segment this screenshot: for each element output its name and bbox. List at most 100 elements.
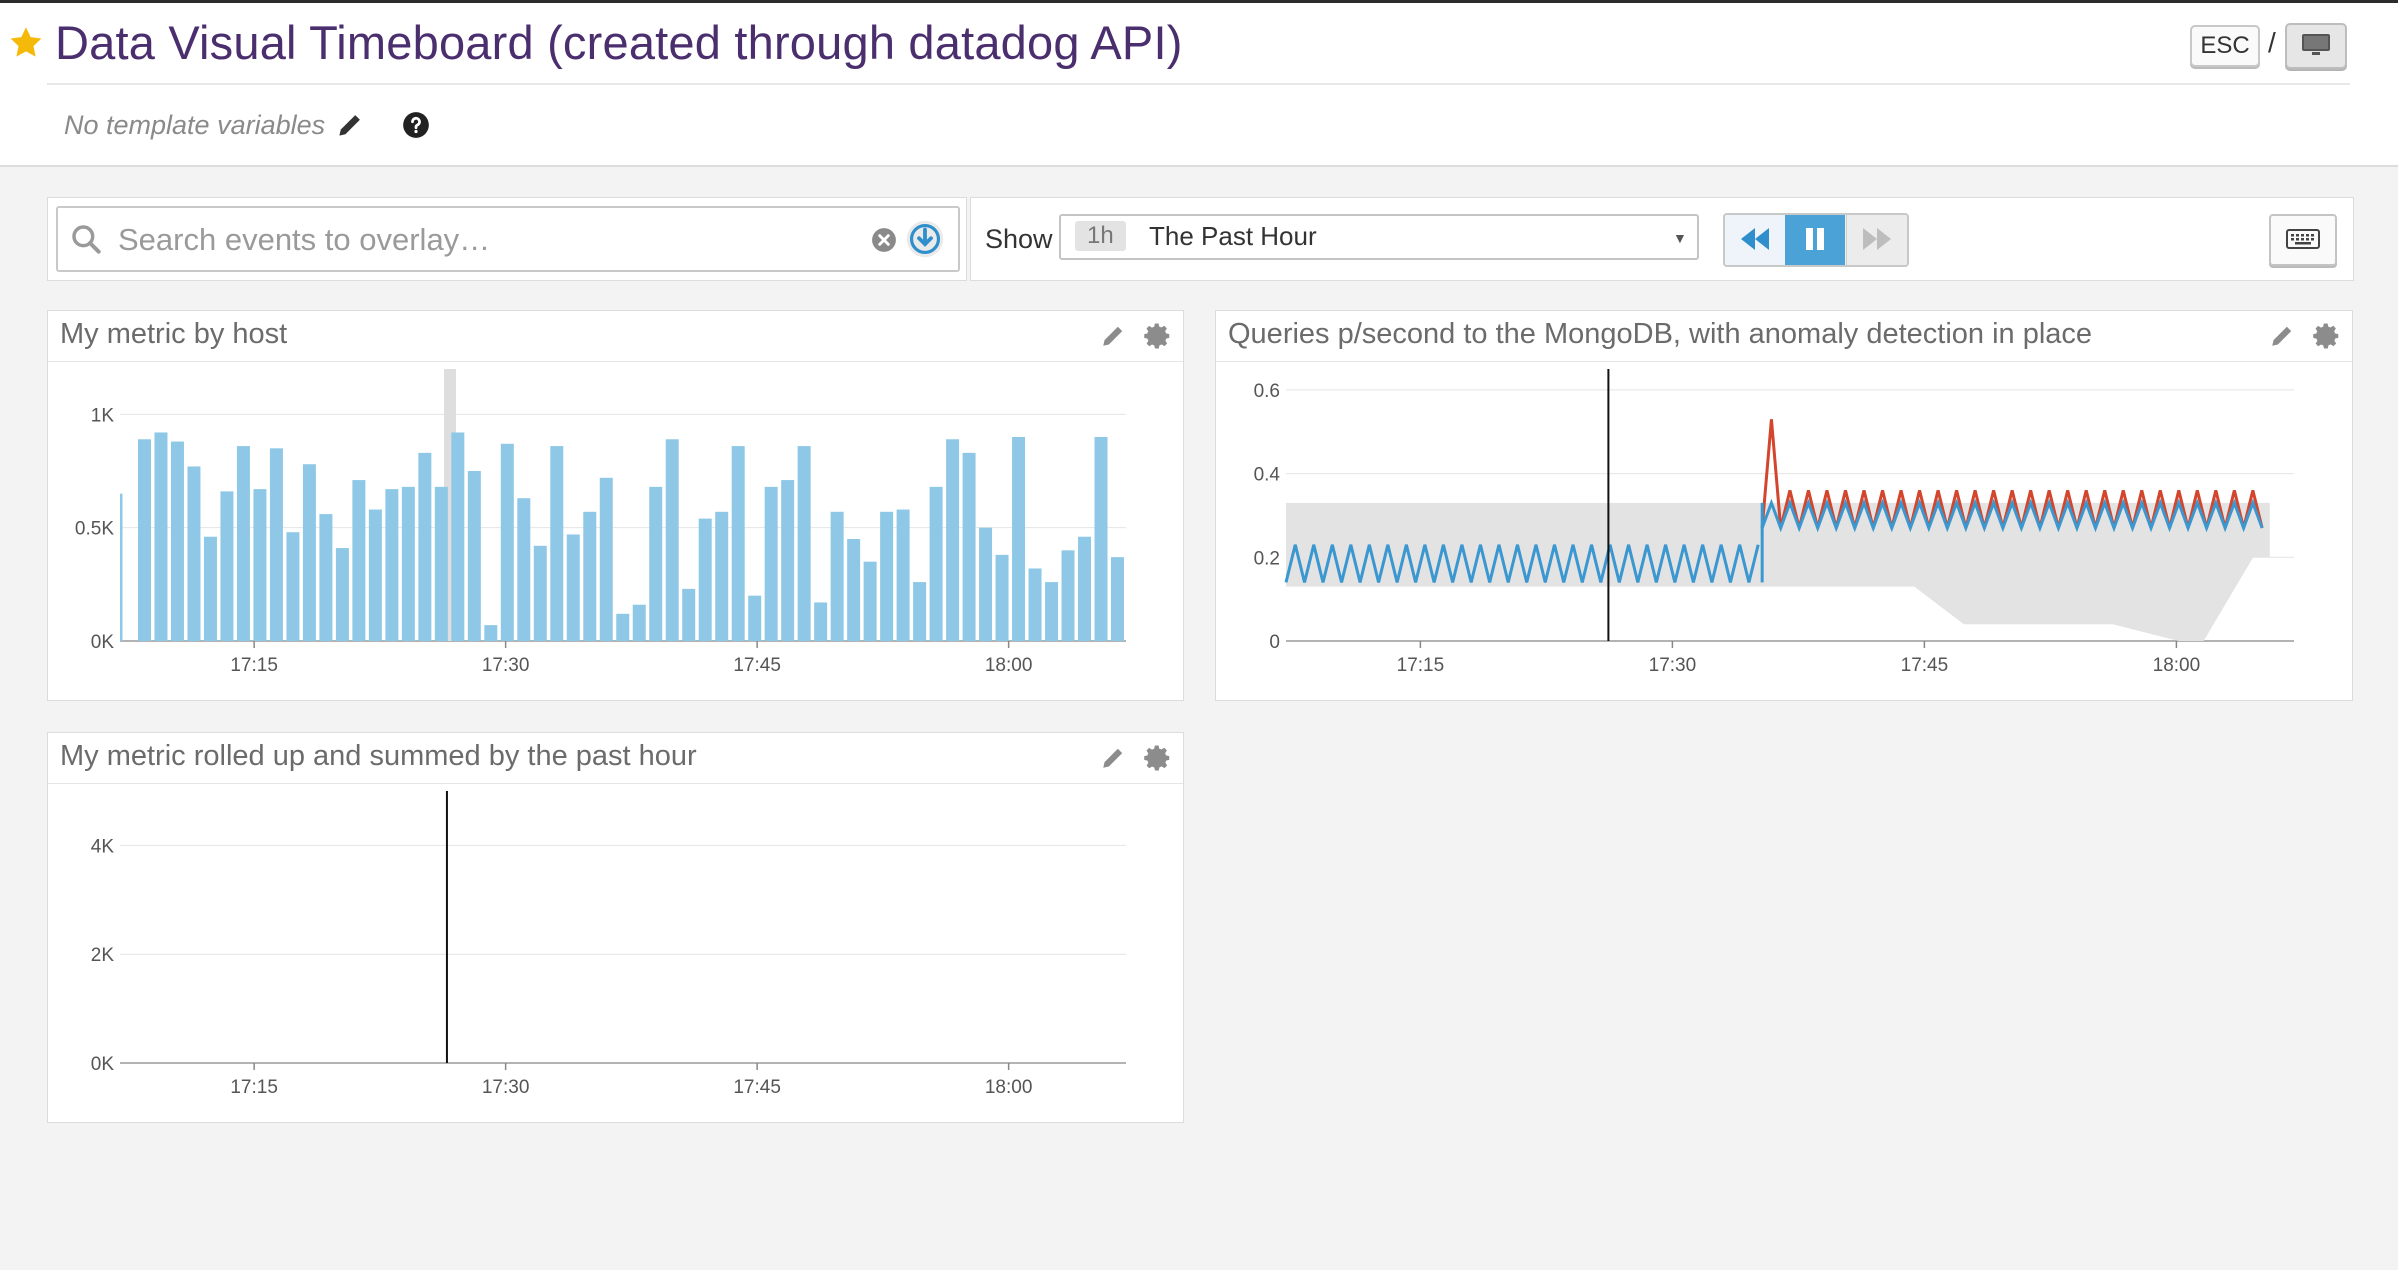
bar (302, 464, 316, 641)
bar (665, 439, 679, 641)
bar (368, 509, 382, 641)
bar (715, 511, 729, 641)
download-events-icon[interactable] (906, 220, 944, 258)
bar (467, 471, 481, 641)
x-tick-label: 17:30 (482, 1077, 530, 1098)
help-icon[interactable] (402, 111, 430, 139)
fast-forward-button[interactable] (1846, 215, 1907, 265)
bar (797, 446, 811, 641)
y-tick-label: 0.4 (1254, 465, 1281, 486)
clear-icon[interactable] (871, 227, 897, 253)
bar (566, 534, 580, 641)
x-tick-label: 18:00 (985, 655, 1033, 676)
bar (533, 545, 547, 641)
gear-icon[interactable] (1143, 321, 1173, 351)
widget-rolled-up-sum: My metric rolled up and summed by the pa… (47, 732, 1184, 1123)
favorite-star-icon[interactable] (8, 25, 44, 61)
bar (220, 491, 234, 641)
bar (896, 509, 910, 641)
rewind-button[interactable] (1725, 215, 1786, 265)
y-tick-label: 0.2 (1254, 548, 1280, 569)
bar (401, 486, 415, 641)
bar (120, 493, 123, 641)
y-tick-label: 2K (91, 945, 115, 966)
y-tick-label: 1K (91, 405, 115, 426)
edit-pencil-icon[interactable] (1100, 323, 1126, 349)
bar (484, 625, 498, 641)
bar (187, 466, 201, 641)
search-input[interactable]: Search events to overlay… (56, 206, 960, 272)
bar (929, 486, 943, 641)
timeframe-badge: 1h (1075, 221, 1126, 251)
edit-pencil-icon[interactable] (336, 111, 364, 139)
bar-chart: 0K 0.5K 1K 17:15 17:30 17:45 18:00 (75, 369, 1126, 676)
bar (698, 518, 712, 641)
bar (203, 536, 217, 641)
x-tick-label: 17:15 (1397, 655, 1445, 676)
timeframe-select[interactable]: 1h The Past Hour ▼ (1059, 214, 1699, 260)
bar (863, 561, 877, 641)
bar (236, 446, 250, 641)
y-tick-label: 4K (91, 836, 115, 857)
edit-pencil-icon[interactable] (1100, 745, 1126, 771)
pause-button[interactable] (1785, 215, 1845, 265)
bar (434, 486, 448, 641)
show-label: Show (985, 224, 1053, 254)
bar (913, 582, 927, 641)
bar (632, 604, 646, 641)
x-tick-label: 17:30 (482, 655, 530, 676)
line-chart: 0 0.2 0.4 0.6 17:15 17:30 17:45 18:00 (1254, 369, 2294, 676)
header-divider (47, 83, 2350, 85)
bar (1078, 536, 1092, 641)
bar (253, 489, 267, 641)
monitor-icon (2302, 34, 2330, 55)
edit-pencil-icon[interactable] (2269, 323, 2295, 349)
rewind-icon (1741, 228, 1769, 250)
bar (847, 539, 861, 641)
widget-title: Queries p/second to the MongoDB, with an… (1228, 318, 2093, 350)
y-tick-label: 0K (91, 632, 115, 653)
chevron-down-icon: ▼ (1673, 230, 1687, 246)
bar (319, 514, 333, 641)
y-tick-label: 0.6 (1254, 381, 1280, 402)
widget-divider (1216, 361, 2352, 362)
tv-mode-button[interactable] (2285, 23, 2347, 69)
x-tick-label: 18:00 (2153, 655, 2201, 676)
x-tick-label: 17:45 (733, 1077, 781, 1098)
bar (286, 532, 300, 641)
y-tick-label: 0 (1269, 632, 1280, 653)
gear-icon[interactable] (2312, 321, 2342, 351)
page-title: Data Visual Timeboard (created through d… (55, 16, 1183, 69)
event-search-panel: Search events to overlay… (47, 197, 967, 281)
separator: / (2268, 27, 2276, 58)
bar (1094, 437, 1108, 641)
bar (748, 595, 762, 641)
x-tick-label: 17:15 (230, 1077, 278, 1098)
y-tick-label: 0.5K (75, 519, 114, 540)
esc-button[interactable]: ESC (2190, 25, 2260, 67)
bar (1061, 550, 1075, 641)
bar (170, 441, 184, 641)
bar (731, 446, 745, 641)
bar (616, 613, 630, 641)
bar (814, 602, 828, 641)
x-tick-label: 17:45 (733, 655, 781, 676)
widget-divider (48, 783, 1183, 784)
keyboard-shortcuts-button[interactable] (2269, 214, 2337, 266)
timeframe-panel: Show 1h The Past Hour ▼ (970, 197, 2354, 281)
gear-icon[interactable] (1143, 743, 1173, 773)
bar (979, 527, 993, 641)
dashboard-header: Data Visual Timeboard (created through d… (0, 3, 2398, 167)
search-placeholder: Search events to overlay… (118, 222, 491, 257)
bar (649, 486, 663, 641)
y-tick-label: 0K (91, 1054, 115, 1075)
bar (682, 588, 696, 641)
widget-metric-by-host: My metric by host 0K 0.5K 1K 17:15 17:30 17:4… (47, 310, 1184, 701)
bar (154, 432, 168, 641)
bar (1012, 437, 1026, 641)
search-icon (72, 225, 101, 254)
x-tick-label: 17:15 (230, 655, 278, 676)
bar (517, 498, 531, 641)
bar (830, 511, 844, 641)
bar (583, 511, 597, 641)
